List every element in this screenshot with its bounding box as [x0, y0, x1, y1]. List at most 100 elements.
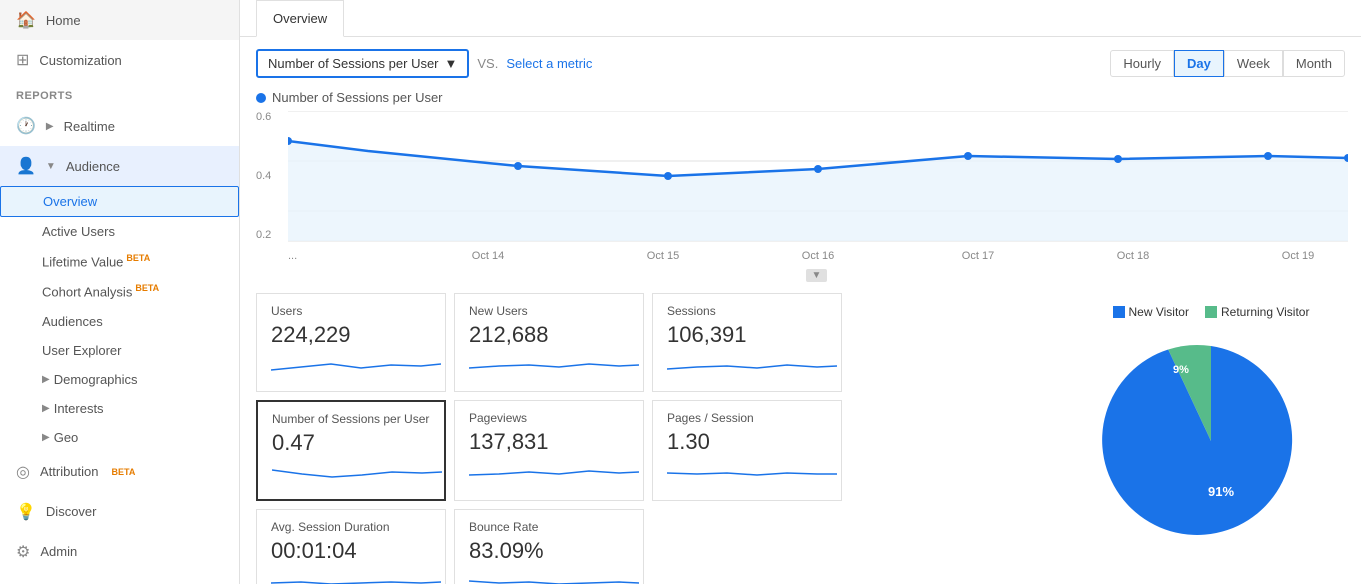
time-btn-month[interactable]: Month [1283, 50, 1345, 77]
interests-chevron: ▶ [42, 403, 50, 414]
sidebar: 🏠 Home ⊞ Customization REPORTS 🕐 ▶ Realt… [0, 0, 240, 584]
metric-card-value-sessions: 106,391 [667, 322, 827, 348]
admin-icon: ⚙ [16, 542, 30, 562]
metric-card-avg-session-duration[interactable]: Avg. Session Duration 00:01:04 [256, 509, 446, 584]
sidebar-item-realtime[interactable]: 🕐 ▶ Realtime [0, 106, 239, 146]
geo-chevron: ▶ [42, 432, 50, 443]
chart-area: Number of Sessions per User ▼ VS. Select… [240, 37, 1361, 293]
audience-chevron: ▼ [46, 161, 56, 172]
metric-card-value-sessions-per-user: 0.47 [272, 430, 430, 456]
metric-card-title-new-users: New Users [469, 304, 629, 318]
svg-text:Oct 16: Oct 16 [802, 250, 834, 261]
mini-chart-new-users [469, 352, 639, 382]
sidebar-item-customization[interactable]: ⊞ Customization [0, 40, 239, 80]
attribution-beta: BETA [112, 467, 136, 477]
svg-text:Oct 15: Oct 15 [647, 250, 679, 261]
sidebar-item-user-explorer[interactable]: User Explorer [0, 336, 239, 365]
new-visitor-color-box [1113, 306, 1125, 318]
line-chart-svg: ... Oct 14 Oct 15 Oct 16 Oct 17 Oct 18 O… [288, 111, 1348, 261]
metric-card-bounce-rate[interactable]: Bounce Rate 83.09% [454, 509, 644, 584]
sidebar-label-admin: Admin [40, 544, 77, 559]
sidebar-label-customization: Customization [39, 53, 121, 68]
metric-card-value-pageviews: 137,831 [469, 429, 629, 455]
sidebar-label-lifetime-value: Lifetime Value [42, 254, 123, 269]
mini-chart-pages-per-session [667, 459, 837, 489]
sidebar-label-attribution: Attribution [40, 464, 99, 479]
metric-card-title-avg-session-duration: Avg. Session Duration [271, 520, 431, 534]
sidebar-item-home[interactable]: 🏠 Home [0, 0, 239, 40]
metric-card-title-pages-per-session: Pages / Session [667, 411, 827, 425]
sidebar-item-interests[interactable]: ▶ Interests [0, 394, 239, 423]
svg-text:Oct 19: Oct 19 [1282, 250, 1314, 261]
home-icon: 🏠 [16, 10, 36, 30]
sidebar-item-active-users[interactable]: Active Users [0, 217, 239, 246]
metric-card-sessions[interactable]: Sessions 106,391 [652, 293, 842, 392]
chart-legend-label: Number of Sessions per User [272, 90, 443, 105]
sidebar-item-cohort-analysis[interactable]: Cohort AnalysisBETA [0, 276, 239, 306]
pie-legend-new-visitor: New Visitor [1113, 305, 1189, 319]
tab-overview-label: Overview [273, 11, 327, 26]
sidebar-label-audiences: Audiences [42, 314, 103, 329]
sidebar-item-lifetime-value[interactable]: Lifetime ValueBETA [0, 246, 239, 276]
metric-card-title-sessions: Sessions [667, 304, 827, 318]
sidebar-label-interests: Interests [54, 401, 104, 416]
mini-chart-avg-session-duration [271, 568, 441, 584]
sidebar-label-geo: Geo [54, 430, 79, 445]
metric-card-sessions-per-user[interactable]: Number of Sessions per User 0.47 [256, 400, 446, 501]
y-axis: 0.6 0.4 0.2 [256, 111, 271, 241]
sidebar-item-attribution[interactable]: ◎ Attribution BETA [0, 452, 239, 492]
select-metric-link[interactable]: Select a metric [506, 56, 592, 71]
metrics-section: Users 224,229 New Users 212,688 Se [240, 293, 1061, 584]
sidebar-label-overview: Overview [43, 194, 97, 209]
metric-row: Number of Sessions per User ▼ VS. Select… [256, 49, 1345, 78]
metric-card-pages-per-session[interactable]: Pages / Session 1.30 [652, 400, 842, 501]
realtime-icon: 🕐 [16, 116, 36, 136]
sidebar-item-geo[interactable]: ▶ Geo [0, 423, 239, 452]
main-content-row: Users 224,229 New Users 212,688 Se [240, 293, 1361, 584]
metric-card-new-users[interactable]: New Users 212,688 [454, 293, 644, 392]
sidebar-label-active-users: Active Users [42, 224, 115, 239]
returning-visitor-color-box [1205, 306, 1217, 318]
time-btn-week[interactable]: Week [1224, 50, 1283, 77]
metric-left: Number of Sessions per User ▼ VS. Select… [256, 49, 592, 78]
time-btn-day[interactable]: Day [1174, 50, 1224, 77]
metric-card-value-new-users: 212,688 [469, 322, 629, 348]
discover-icon: 💡 [16, 502, 36, 522]
vs-text: VS. [477, 56, 498, 71]
sidebar-label-user-explorer: User Explorer [42, 343, 121, 358]
pie-legend-returning-visitor: Returning Visitor [1205, 305, 1310, 319]
chart-container: 0.6 0.4 0.2 [256, 111, 1345, 281]
chart-legend-dot [256, 93, 266, 103]
metric-card-title-sessions-per-user: Number of Sessions per User [272, 412, 430, 426]
attribution-icon: ◎ [16, 462, 30, 482]
sidebar-label-audience: Audience [66, 159, 120, 174]
y-label-02: 0.2 [256, 229, 271, 241]
metric-card-value-avg-session-duration: 00:01:04 [271, 538, 431, 564]
pie-chart-svg: 91% 9% [1101, 331, 1321, 551]
metric-card-title-pageviews: Pageviews [469, 411, 629, 425]
metric-card-title-users: Users [271, 304, 431, 318]
sidebar-item-audience[interactable]: 👤 ▼ Audience [0, 146, 239, 186]
sidebar-label-discover: Discover [46, 504, 97, 519]
new-visitor-label: New Visitor [1129, 305, 1189, 319]
mini-chart-sessions [667, 352, 837, 382]
tab-overview[interactable]: Overview [256, 0, 344, 37]
mini-chart-users [271, 352, 441, 382]
sidebar-item-overview[interactable]: Overview [0, 186, 239, 217]
y-label-04: 0.4 [256, 170, 271, 182]
metric-dropdown[interactable]: Number of Sessions per User ▼ [256, 49, 469, 78]
metric-card-value-users: 224,229 [271, 322, 431, 348]
scroll-indicator: ▼ [288, 266, 1345, 281]
metric-card-value-pages-per-session: 1.30 [667, 429, 827, 455]
time-btn-hourly[interactable]: Hourly [1110, 50, 1174, 77]
metric-card-title-bounce-rate: Bounce Rate [469, 520, 629, 534]
sidebar-item-admin[interactable]: ⚙ Admin [0, 532, 239, 572]
sidebar-item-discover[interactable]: 💡 Discover [0, 492, 239, 532]
metric-card-users[interactable]: Users 224,229 [256, 293, 446, 392]
sidebar-item-audiences[interactable]: Audiences [0, 307, 239, 336]
metric-dropdown-label: Number of Sessions per User [268, 56, 439, 71]
sidebar-item-demographics[interactable]: ▶ Demographics [0, 365, 239, 394]
mini-chart-pageviews [469, 459, 639, 489]
audience-icon: 👤 [16, 156, 36, 176]
metric-card-pageviews[interactable]: Pageviews 137,831 [454, 400, 644, 501]
